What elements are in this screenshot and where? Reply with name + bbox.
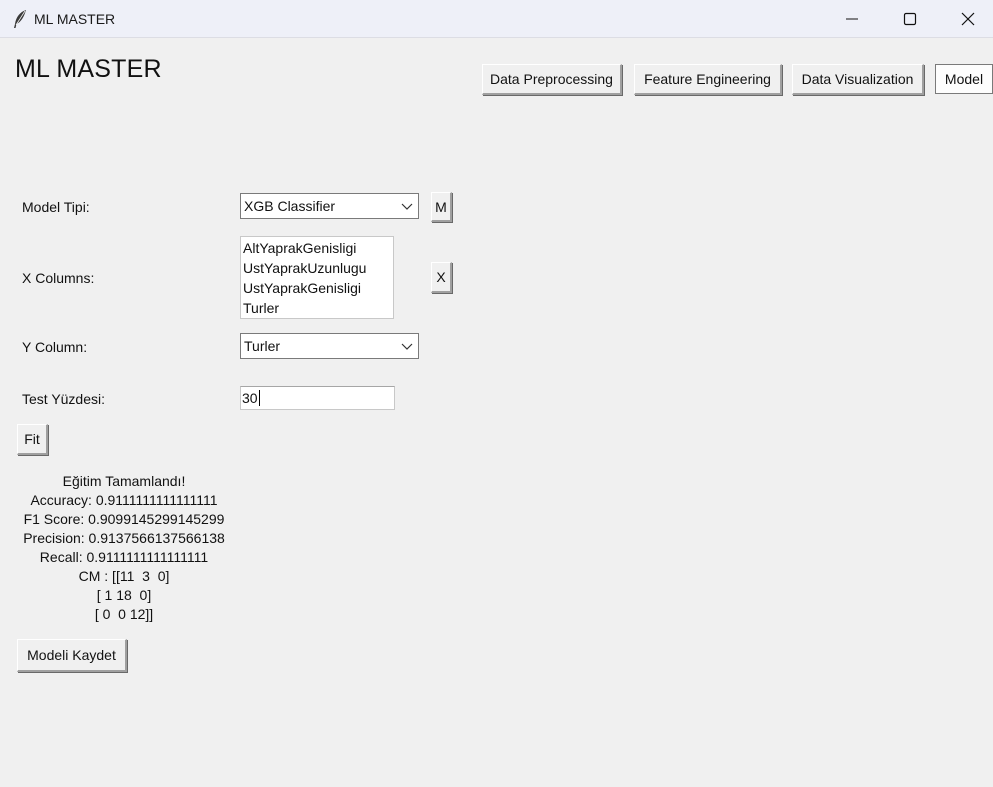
- model-type-button[interactable]: M: [431, 192, 452, 222]
- y-column-select[interactable]: Turler: [240, 333, 419, 359]
- fit-button[interactable]: Fit: [17, 424, 48, 455]
- feather-icon: [12, 9, 28, 29]
- title-bar: ML MASTER: [0, 0, 993, 38]
- minimize-button[interactable]: [823, 0, 881, 38]
- maximize-button[interactable]: [881, 0, 939, 38]
- feature-engineering-button[interactable]: Feature Engineering: [634, 64, 782, 95]
- results-line: Precision: 0.9137566137566138: [23, 530, 225, 546]
- text-caret: [258, 390, 260, 406]
- data-visualization-button[interactable]: Data Visualization: [792, 64, 924, 95]
- list-item[interactable]: Turler: [243, 298, 391, 318]
- results-line: [ 1 18 0]: [96, 587, 152, 603]
- minimize-icon: [846, 18, 858, 20]
- model-type-value: XGB Classifier: [244, 198, 336, 214]
- chevron-down-icon: [401, 203, 413, 210]
- window-title: ML MASTER: [34, 11, 116, 27]
- results-line: [ 0 0 12]]: [94, 606, 154, 622]
- data-preprocessing-button[interactable]: Data Preprocessing: [482, 64, 622, 95]
- test-percent-label: Test Yüzdesi:: [22, 391, 106, 407]
- x-columns-label: X Columns:: [22, 270, 95, 286]
- model-button[interactable]: Model: [935, 64, 993, 94]
- results-line: Recall: 0.9111111111111111: [39, 549, 209, 565]
- test-percent-value: 30: [242, 390, 258, 406]
- y-column-value: Turler: [244, 338, 281, 354]
- save-model-button[interactable]: Modeli Kaydet: [17, 639, 127, 672]
- y-column-label: Y Column:: [22, 339, 88, 355]
- results-line: Eğitim Tamamlandı!: [62, 473, 186, 489]
- list-item[interactable]: UstYaprakUzunlugu: [243, 258, 391, 278]
- training-results: Eğitim Tamamlandı! Accuracy: 0.911111111…: [16, 472, 232, 624]
- list-item[interactable]: UstYaprakGenisligi: [243, 278, 391, 298]
- app-heading: ML MASTER: [15, 55, 162, 83]
- test-percent-input[interactable]: 30: [240, 386, 395, 410]
- results-line: Accuracy: 0.9111111111111111: [30, 492, 218, 508]
- chevron-down-icon: [401, 343, 413, 350]
- model-type-select[interactable]: XGB Classifier: [240, 193, 419, 219]
- results-line: CM : [[11 3 0]: [78, 568, 170, 584]
- x-columns-button[interactable]: X: [431, 262, 452, 293]
- list-item[interactable]: AltYaprakGenisligi: [243, 238, 391, 258]
- main-content: ML MASTER Data Preprocessing Feature Eng…: [0, 38, 993, 787]
- results-line: F1 Score: 0.9099145299145299: [23, 511, 225, 527]
- maximize-icon: [903, 12, 917, 26]
- x-columns-listbox[interactable]: AltYaprakGenisligi UstYaprakUzunlugu Ust…: [240, 236, 394, 319]
- close-icon: [961, 12, 975, 26]
- close-button[interactable]: [939, 0, 993, 38]
- model-type-label: Model Tipi:: [22, 199, 90, 215]
